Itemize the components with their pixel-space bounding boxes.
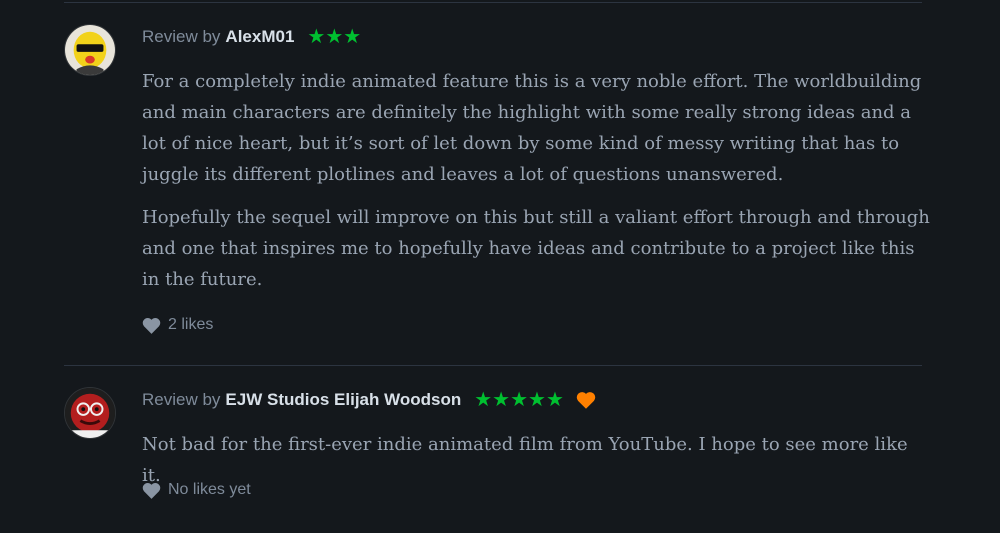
top-divider (64, 2, 922, 3)
review-paragraph: Not bad for the first-ever indie animate… (142, 434, 908, 486)
review-divider (64, 365, 922, 366)
reviewer-avatar[interactable] (64, 24, 116, 76)
yellow-cartoon-character-avatar-icon (65, 25, 115, 75)
review-body: For a completely indie animated feature … (142, 66, 932, 295)
review-paragraph: For a completely indie animated feature … (142, 71, 922, 185)
review-paragraph: Hopefully the sequel will improve on thi… (142, 207, 930, 290)
review-item: Review by EJW Studios Elijah Woodson ★★★… (64, 387, 922, 509)
heart-icon (142, 482, 161, 499)
review-body: Not bad for the first-ever indie animate… (142, 429, 932, 491)
review-by-prefix: Review by (142, 27, 221, 46)
review-author-name[interactable]: AlexM01 (225, 27, 294, 47)
star-rating: ★★★★★ (474, 389, 564, 411)
orange-heart-icon (576, 391, 596, 409)
likes-count: 2 likes (168, 316, 214, 333)
star-rating: ★★★ (307, 26, 362, 48)
review-byline: Review by EJW Studios Elijah Woodson ★★★… (142, 389, 596, 411)
like-review-button[interactable]: 2 likes (142, 316, 213, 334)
review-by-prefix: Review by (142, 390, 221, 409)
review-item: Review by AlexM01 ★★★ For a completely i… (64, 24, 930, 346)
like-review-button[interactable]: No likes yet (142, 481, 251, 499)
reviewer-avatar[interactable] (64, 387, 116, 439)
likes-count: No likes yet (168, 481, 251, 498)
review-author-name[interactable]: EJW Studios Elijah Woodson (225, 390, 461, 410)
review-byline: Review by AlexM01 ★★★ (142, 26, 361, 48)
red-cartoon-character-avatar-icon (65, 388, 115, 438)
heart-icon (142, 317, 161, 334)
